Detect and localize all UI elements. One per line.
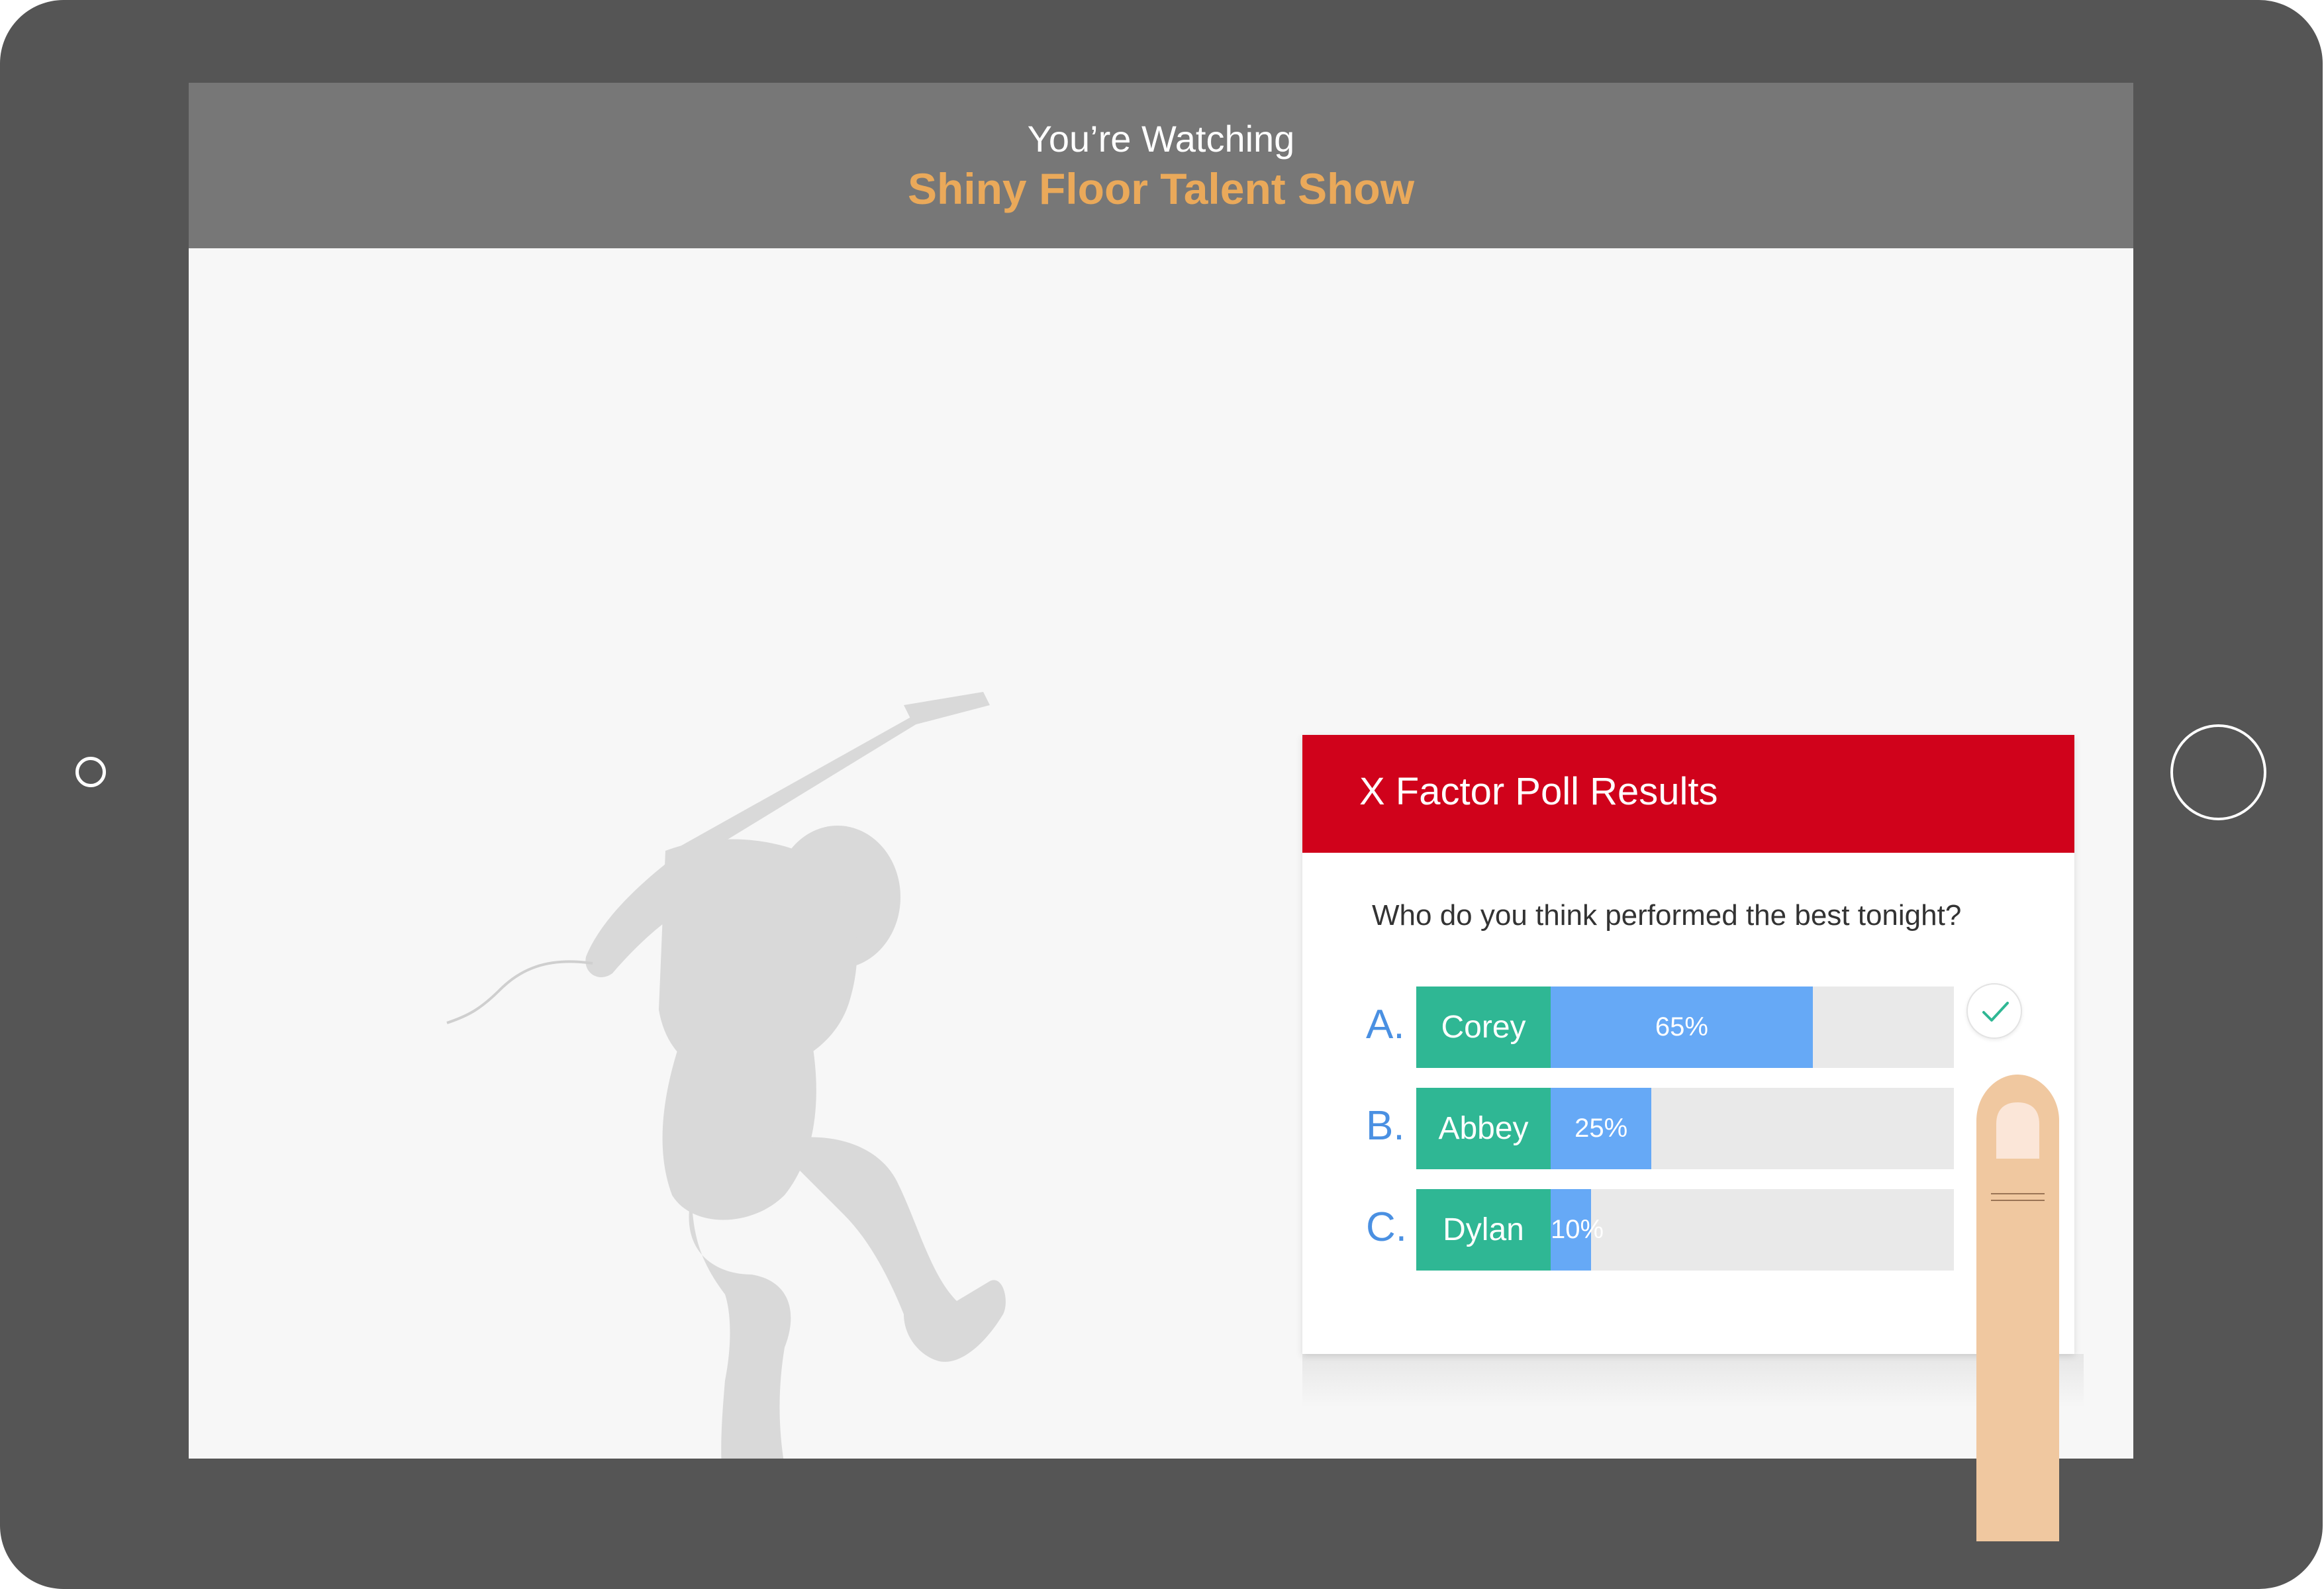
tablet-frame: You’re Watching Shiny Floor Talent Show: [0, 0, 2323, 1589]
option-name: Corey: [1416, 987, 1551, 1068]
poll-option-a[interactable]: A. Corey 65%: [1302, 987, 2074, 1068]
poll-option-b[interactable]: B. Abbey 25%: [1302, 1088, 2074, 1169]
option-result-bar: Abbey 25%: [1416, 1088, 1954, 1169]
poll-option-c[interactable]: C. Dylan 10%: [1302, 1189, 2074, 1271]
check-icon: [1982, 1002, 2009, 1022]
home-button[interactable]: [2170, 724, 2266, 820]
finger-pointer-icon: [1976, 1075, 2059, 1541]
option-letter: B.: [1366, 1103, 1405, 1149]
option-result-bar: Dylan 10%: [1416, 1189, 1954, 1271]
poll-card-shadow: [1302, 1354, 2084, 1407]
camera-circle-icon: [75, 757, 106, 787]
poll-header: X Factor Poll Results: [1302, 735, 2074, 853]
option-percent-fill: 25%: [1551, 1088, 1652, 1169]
option-name: Dylan: [1416, 1189, 1551, 1271]
option-percent-fill: 10%: [1551, 1189, 1604, 1271]
poll-results-card: X Factor Poll Results Who do you think p…: [1302, 735, 2074, 1354]
poll-question: Who do you think performed the best toni…: [1372, 899, 1962, 932]
show-title: Shiny Floor Talent Show: [907, 164, 1415, 213]
poll-title: X Factor Poll Results: [1359, 770, 1718, 813]
now-watching-header: You’re Watching Shiny Floor Talent Show: [189, 83, 2133, 248]
option-letter: C.: [1366, 1204, 1407, 1250]
header-subtitle: You’re Watching: [1027, 118, 1295, 160]
guitarist-silhouette-icon: [446, 692, 1006, 1459]
selected-check-button[interactable]: [1966, 983, 2022, 1039]
tablet-screen: You’re Watching Shiny Floor Talent Show: [189, 83, 2133, 1459]
option-result-bar: Corey 65%: [1416, 987, 1954, 1068]
option-name: Abbey: [1416, 1088, 1551, 1169]
option-percent-fill: 65%: [1551, 987, 1813, 1068]
option-letter: A.: [1366, 1002, 1405, 1047]
